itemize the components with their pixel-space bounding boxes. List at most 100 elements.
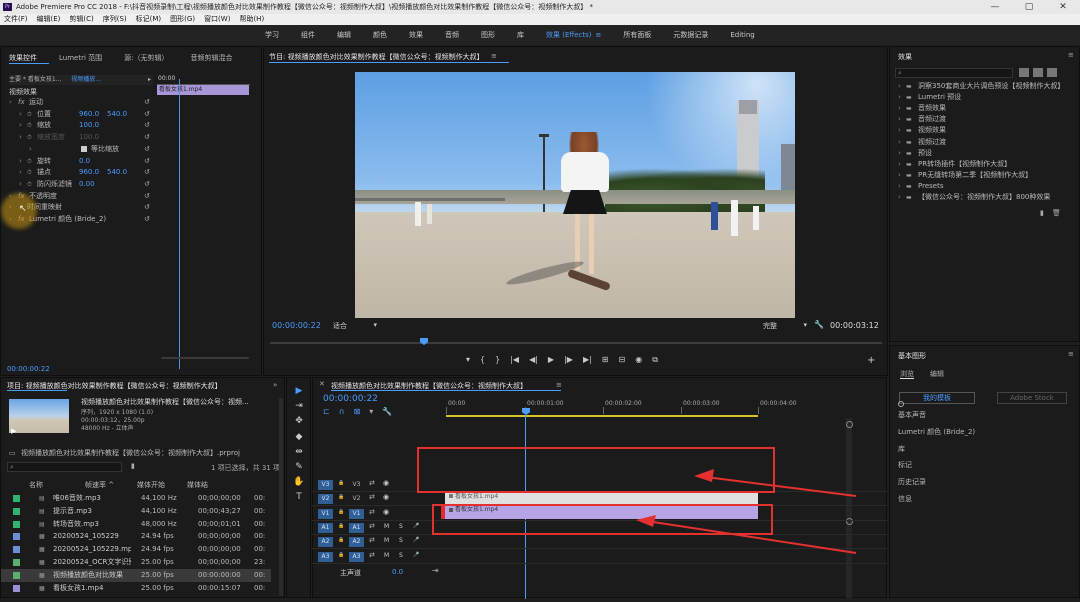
lock-icon[interactable]: 🔒 [338, 494, 344, 500]
workspace-tab[interactable]: 效果 [409, 30, 423, 40]
tool-button[interactable]: ✋ [291, 477, 307, 487]
ec-tab[interactable]: 音频剪辑混合 [191, 53, 233, 63]
menu-item[interactable]: 帮助(H) [239, 14, 264, 25]
mic-icon[interactable]: 🎤 [413, 537, 419, 543]
chevron-right-icon[interactable]: › [898, 170, 901, 181]
transport-button[interactable]: ▶ [548, 355, 554, 365]
label-color-swatch[interactable] [13, 520, 20, 528]
eye-icon[interactable]: ◉ [383, 479, 389, 487]
program-scrub-bar[interactable] [270, 342, 882, 344]
ec-tab[interactable]: Lumetri 范围 [59, 53, 102, 63]
workspace-tab[interactable]: 组件 [301, 30, 315, 40]
menu-item[interactable]: 图形(G) [170, 14, 195, 25]
tool-button[interactable]: ✥ [291, 416, 307, 426]
stopwatch-icon[interactable]: ⏱ [27, 132, 32, 143]
label-color-swatch[interactable] [13, 533, 20, 541]
effect-value[interactable]: 960.0 [79, 109, 99, 120]
panel-entry[interactable]: 库 [898, 444, 905, 454]
lock-icon[interactable]: 🔒 [338, 537, 344, 543]
track-target[interactable]: V2 [318, 494, 333, 505]
transport-button[interactable]: ⊞ [602, 355, 609, 365]
transport-button[interactable]: |◀ [510, 355, 519, 365]
new-bin-icon[interactable]: ▮ [131, 462, 135, 470]
label-color-swatch[interactable] [13, 507, 20, 515]
track-target[interactable]: A2 [318, 537, 333, 548]
sync-lock-icon[interactable]: ⇄ [369, 522, 375, 530]
effect-value[interactable]: 0.0 [79, 156, 90, 167]
transport-button[interactable]: } [495, 355, 500, 365]
chevron-right-icon[interactable]: › [898, 103, 901, 114]
settings-wrench-icon[interactable]: 🔧 [382, 407, 392, 416]
transport-button[interactable]: { [480, 355, 485, 365]
eye-icon[interactable]: ◉ [383, 493, 389, 501]
eg-tab-edit[interactable]: 编辑 [930, 369, 944, 379]
32bit-effects-icon[interactable] [1033, 68, 1043, 77]
project-scrollbar[interactable] [279, 398, 283, 596]
sync-lock-icon[interactable]: ⇄ [369, 493, 375, 501]
adobe-stock-button[interactable]: Adobe Stock [997, 392, 1067, 404]
label-color-swatch[interactable] [13, 584, 20, 592]
nest-icon[interactable]: ⊏ [323, 407, 330, 416]
eye-icon[interactable]: ◉ [383, 508, 389, 516]
chevron-right-icon[interactable]: › [9, 97, 12, 108]
project-row[interactable]: ▤ 唯06音效.mp3 44,100 Hz 00;00;00;00 00: [1, 492, 271, 505]
program-timecode[interactable]: 00:00:00:22 [272, 321, 321, 330]
menu-item[interactable]: 文件(F) [4, 14, 28, 25]
transport-button[interactable]: ⧉ [652, 355, 658, 365]
track-target[interactable]: V3 [318, 480, 333, 490]
track-target[interactable]: A3 [318, 551, 333, 562]
effect-value[interactable]: 100.0 [79, 120, 99, 131]
scroll-handle[interactable] [846, 421, 853, 428]
sync-lock-icon[interactable]: ⇄ [369, 551, 375, 559]
panel-menu-icon[interactable]: » [273, 381, 277, 389]
reset-icon[interactable]: ↺ [144, 191, 150, 202]
chevron-right-icon[interactable]: › [898, 92, 901, 103]
solo-button[interactable]: S [399, 523, 403, 530]
menu-item[interactable]: 序列(S) [103, 14, 127, 25]
track-id[interactable]: A1 [349, 522, 364, 533]
effect-row[interactable]: › ⏱ 防闪烁滤镜 0.00 ↺ [1, 179, 156, 190]
column-header[interactable]: 名称 [29, 480, 43, 490]
effects-search-input[interactable]: ⌕ [895, 68, 1013, 78]
chevron-right-icon[interactable]: › [898, 114, 901, 125]
column-header[interactable]: 媒体开始 [137, 480, 165, 490]
project-row[interactable]: ▦ 视频播放颜色对比效果 25.00 fps 00:00:00:00 00: [1, 568, 271, 582]
play-icon[interactable]: ▶ [11, 427, 16, 435]
transport-button[interactable]: ◉ [635, 355, 642, 365]
effect-value[interactable]: 960.0 [79, 167, 99, 178]
lock-icon[interactable]: 🔒 [338, 552, 344, 558]
mini-clip-bar[interactable]: 看板女孩1.mp4 [157, 85, 249, 95]
workspace-tab[interactable]: 颜色 [373, 30, 387, 40]
quality-dropdown[interactable]: 完整 ▾ [763, 321, 807, 330]
ec-zoom-scroll[interactable] [161, 357, 249, 359]
my-templates-button[interactable]: 我的模板 [899, 392, 975, 404]
menu-item[interactable]: 剪辑(C) [69, 14, 93, 25]
track-id[interactable]: A3 [349, 551, 364, 562]
timeline-timecode[interactable]: 00:00:00:22 [323, 394, 378, 404]
chevron-right-icon[interactable]: › [19, 167, 22, 178]
play-only-icon[interactable]: ▸ [148, 75, 151, 85]
linked-icon[interactable]: ⊠ [354, 407, 361, 416]
panel-menu-icon[interactable]: ≡ [1068, 350, 1074, 358]
radio-icon[interactable] [898, 401, 904, 407]
workspace-tab[interactable]: 编辑 [337, 30, 351, 40]
reset-icon[interactable]: ↺ [144, 120, 150, 131]
effect-row[interactable]: › 等比缩放 ↺ [1, 144, 156, 155]
tool-button[interactable]: ⇥ [291, 401, 307, 411]
sync-lock-icon[interactable]: ⇄ [369, 479, 375, 487]
maximize-button[interactable]: ▢ [1012, 0, 1046, 14]
lock-icon[interactable]: 🔒 [338, 480, 344, 486]
snap-icon[interactable]: ∩ [339, 407, 345, 416]
track-id[interactable]: V2 [349, 494, 364, 504]
reset-icon[interactable]: ↺ [144, 202, 150, 213]
new-bin-icon[interactable]: ▮ [1040, 209, 1044, 217]
chevron-right-icon[interactable]: › [19, 109, 22, 120]
label-color-swatch[interactable] [13, 546, 20, 554]
workspace-tab[interactable]: 音频 [445, 30, 459, 40]
project-row[interactable]: ▤ 提示音.mp3 44,100 Hz 00;00;43;27 00: [1, 505, 271, 518]
track-target[interactable]: V1 [318, 508, 333, 519]
chevron-right-icon[interactable]: › [898, 181, 901, 192]
reset-icon[interactable]: ↺ [144, 97, 150, 108]
transport-button[interactable]: ◀| [529, 355, 538, 365]
close-icon[interactable]: ✕ [319, 380, 325, 388]
